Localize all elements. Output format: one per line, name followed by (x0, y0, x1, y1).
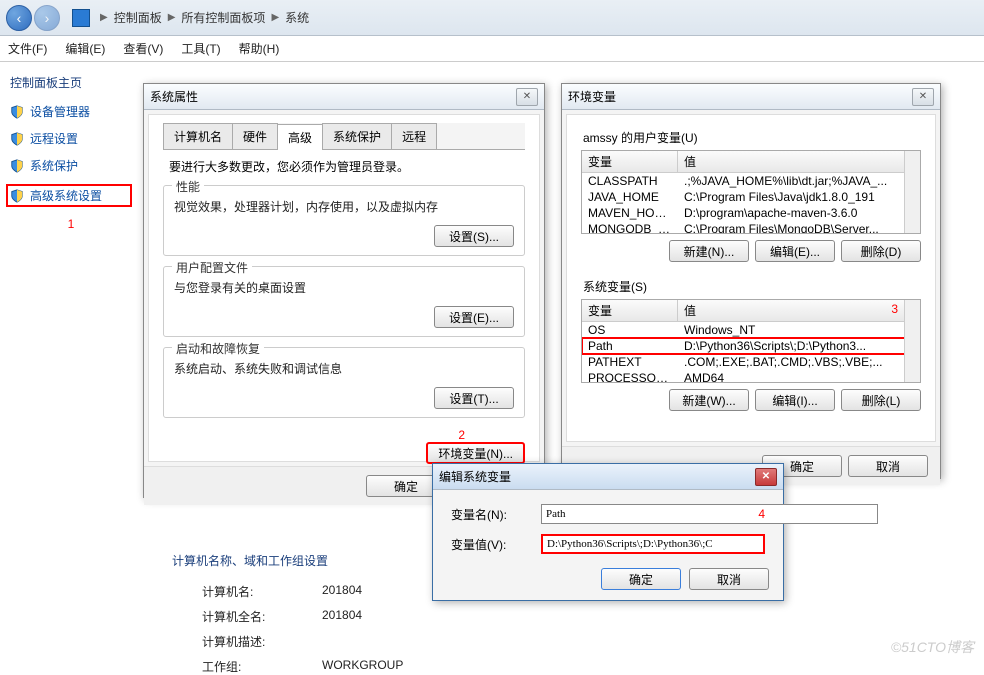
delete-sys-var-button[interactable]: 删除(L) (841, 389, 921, 411)
table-row: MONGODB_HOMEC:\Program Files\MongoDB\Ser… (582, 221, 920, 234)
chevron-right-icon: ▶ (168, 12, 176, 23)
group-desc: 视觉效果，处理器计划，内存使用，以及虚拟内存 (174, 198, 514, 215)
sidebar-item-remote[interactable]: 远程设置 (10, 130, 132, 147)
var-name-label: 变量名(N): (451, 506, 541, 523)
dialog-system-properties: 系统属性 ✕ 计算机名 硬件 高级 系统保护 远程 要进行大多数更改，您必须作为… (143, 83, 545, 498)
table-row: PATHEXT.COM;.EXE;.BAT;.CMD;.VBS;.VBE;... (582, 354, 920, 370)
table-row: JAVA_HOMEC:\Program Files\Java\jdk1.8.0_… (582, 189, 920, 205)
menu-file[interactable]: 文件(F) (8, 40, 47, 57)
dialog-title: 环境变量 (568, 88, 616, 105)
cancel-button[interactable]: 取消 (689, 568, 769, 590)
group-title: 启动和故障恢复 (172, 340, 264, 357)
sys-vars-grid[interactable]: 3 变量值 OSWindows_NT PathD:\Python36\Scrip… (581, 299, 921, 383)
settings-t-button[interactable]: 设置(T)... (434, 387, 514, 409)
edit-sys-var-button[interactable]: 编辑(I)... (755, 389, 835, 411)
table-row: CLASSPATH.;%JAVA_HOME%\lib\dt.jar;%JAVA_… (582, 173, 920, 189)
intro-text: 要进行大多数更改，您必须作为管理员登录。 (169, 158, 525, 175)
scrollbar[interactable] (904, 300, 920, 382)
group-user-profile: 用户配置文件 与您登录有关的桌面设置 设置(E)... (163, 266, 525, 337)
sidebar-item-label: 远程设置 (30, 130, 78, 147)
sidebar-item-label: 高级系统设置 (30, 187, 102, 204)
forward-button[interactable]: › (34, 5, 60, 31)
info-row: 计算机描述: (202, 633, 954, 650)
group-desc: 与您登录有关的桌面设置 (174, 279, 514, 296)
tab-remote[interactable]: 远程 (391, 123, 437, 149)
shield-icon (10, 159, 24, 173)
dialog-title: 系统属性 (150, 88, 198, 105)
breadcrumb[interactable]: ▶ 控制面板 ▶ 所有控制面板项 ▶ 系统 (72, 9, 309, 27)
sidebar-item-device-manager[interactable]: 设备管理器 (10, 103, 132, 120)
menubar: 文件(F) 编辑(E) 查看(V) 工具(T) 帮助(H) (0, 36, 984, 62)
sidebar-item-label: 系统保护 (30, 157, 78, 174)
menu-view[interactable]: 查看(V) (123, 40, 163, 57)
sidebar-title: 控制面板主页 (10, 74, 132, 91)
new-sys-var-button[interactable]: 新建(W)... (669, 389, 749, 411)
menu-tools[interactable]: 工具(T) (181, 40, 220, 57)
info-row: 计算机全名:201804 (202, 608, 954, 625)
dialog-edit-var: 编辑系统变量 ✕ 变量名(N): 4 变量值(V): 确定 取消 (432, 463, 784, 601)
sys-vars-section: 系统变量(S) 3 变量值 OSWindows_NT PathD:\Python… (581, 278, 921, 417)
back-button[interactable]: ‹ (6, 5, 32, 31)
dialog-title: 编辑系统变量 (439, 468, 511, 485)
group-title: 用户配置文件 (172, 259, 252, 276)
ok-button[interactable]: 确定 (601, 568, 681, 590)
close-icon[interactable]: ✕ (912, 88, 934, 106)
tab-computer-name[interactable]: 计算机名 (163, 123, 233, 149)
shield-icon (10, 132, 24, 146)
sys-vars-label: 系统变量(S) (583, 278, 921, 295)
var-value-input[interactable] (541, 534, 765, 554)
breadcrumb-item[interactable]: 所有控制面板项 (181, 9, 265, 26)
sidebar-item-label: 设备管理器 (30, 103, 90, 120)
scrollbar[interactable] (904, 151, 920, 233)
group-title: 性能 (172, 178, 204, 195)
annotation-3: 3 (891, 302, 898, 316)
tab-advanced[interactable]: 高级 (277, 124, 323, 150)
annotation-1: 1 (10, 217, 132, 231)
info-row: 工作组:WORKGROUP (202, 658, 954, 675)
table-row: MAVEN_HOMED:\program\apache-maven-3.6.0 (582, 205, 920, 221)
tab-protection[interactable]: 系统保护 (322, 123, 392, 149)
chevron-right-icon: ▶ (271, 12, 279, 23)
group-startup-recovery: 启动和故障恢复 系统启动、系统失败和调试信息 设置(T)... (163, 347, 525, 418)
settings-s-button[interactable]: 设置(S)... (434, 225, 514, 247)
dialog-env-vars: 环境变量 ✕ amssy 的用户变量(U) 变量值 CLASSPATH.;%JA… (561, 83, 941, 479)
user-vars-label: amssy 的用户变量(U) (583, 129, 921, 146)
close-icon[interactable]: ✕ (516, 88, 538, 106)
delete-user-var-button[interactable]: 删除(D) (841, 240, 921, 262)
shield-icon (10, 105, 24, 119)
breadcrumb-item[interactable]: 控制面板 (114, 9, 162, 26)
tabs: 计算机名 硬件 高级 系统保护 远程 (163, 123, 525, 150)
user-vars-section: amssy 的用户变量(U) 变量值 CLASSPATH.;%JAVA_HOME… (581, 129, 921, 268)
table-row: PROCESSOR_AR...AMD64 (582, 370, 920, 383)
settings-e-button[interactable]: 设置(E)... (434, 306, 514, 328)
explorer-topbar: ‹ › ▶ 控制面板 ▶ 所有控制面板项 ▶ 系统 (0, 0, 984, 36)
watermark: ©51CTO博客 (891, 637, 974, 657)
user-vars-grid[interactable]: 变量值 CLASSPATH.;%JAVA_HOME%\lib\dt.jar;%J… (581, 150, 921, 234)
menu-help[interactable]: 帮助(H) (239, 40, 280, 57)
new-user-var-button[interactable]: 新建(N)... (669, 240, 749, 262)
edit-user-var-button[interactable]: 编辑(E)... (755, 240, 835, 262)
var-name-input[interactable] (541, 504, 878, 524)
group-desc: 系统启动、系统失败和调试信息 (174, 360, 514, 377)
sidebar: 控制面板主页 设备管理器 远程设置 系统保护 高级系统设置 1 (0, 62, 142, 665)
breadcrumb-item[interactable]: 系统 (285, 9, 309, 26)
control-panel-icon (72, 9, 90, 27)
sidebar-item-advanced[interactable]: 高级系统设置 (6, 184, 132, 207)
sidebar-item-protection[interactable]: 系统保护 (10, 157, 132, 174)
menu-edit[interactable]: 编辑(E) (65, 40, 105, 57)
group-performance: 性能 视觉效果，处理器计划，内存使用，以及虚拟内存 设置(S)... (163, 185, 525, 256)
chevron-right-icon: ▶ (100, 12, 108, 23)
cancel-button[interactable]: 取消 (848, 455, 928, 477)
var-value-label: 变量值(V): (451, 536, 541, 553)
table-row: OSWindows_NT (582, 322, 920, 338)
tab-hardware[interactable]: 硬件 (232, 123, 278, 149)
shield-icon (10, 189, 24, 203)
env-vars-button[interactable]: 环境变量(N)... (426, 442, 525, 464)
table-row-selected[interactable]: PathD:\Python36\Scripts\;D:\Python3... (582, 338, 920, 354)
annotation-2: 2 (163, 428, 465, 442)
close-icon[interactable]: ✕ (755, 468, 777, 486)
